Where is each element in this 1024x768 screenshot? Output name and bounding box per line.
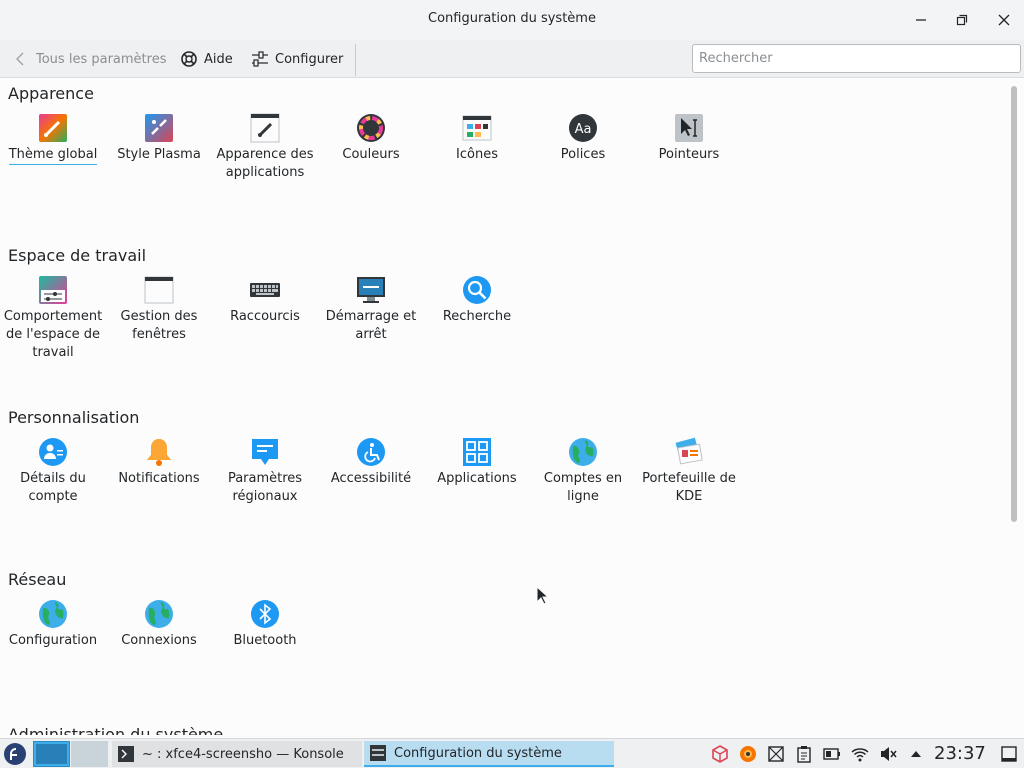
chevron-left-icon: [16, 52, 24, 66]
item-label: Apparence des applications: [216, 147, 314, 180]
clipboard-icon[interactable]: [795, 745, 813, 763]
taskbar-konsole-label: ~ : xfce4-screensho — Konsole: [142, 746, 344, 762]
item-label: Raccourcis: [230, 309, 300, 324]
taskbar-system-settings[interactable]: Configuration du système: [364, 741, 614, 767]
item-label: Portefeuille de KDE: [642, 471, 736, 504]
bluetooth-icon: [251, 600, 279, 628]
item-label: Recherche: [442, 309, 512, 324]
taskbar-konsole[interactable]: ~ : xfce4-screensho — Konsole: [112, 741, 362, 767]
clock[interactable]: 23:37: [934, 743, 986, 764]
colors-wheel-icon: [357, 114, 385, 142]
package-update-icon[interactable]: [711, 745, 729, 763]
help-label: Aide: [204, 51, 233, 67]
item-label: Connexions: [121, 633, 197, 648]
show-desktop-icon[interactable]: [1000, 745, 1018, 763]
icons-icon: [462, 115, 492, 141]
window-title: Configuration du système: [428, 11, 596, 26]
item-label: Comportement de l'espace de travail: [3, 309, 103, 360]
vertical-scrollbar[interactable]: [1003, 78, 1024, 735]
section-title-personnalisation: Personnalisation: [8, 408, 140, 427]
taskbar-settings-label: Configuration du système: [394, 745, 562, 761]
back-button[interactable]: Tous les paramètres: [14, 49, 166, 69]
item-label: Thème global: [0, 146, 106, 165]
wifi-icon[interactable]: [851, 745, 869, 763]
help-lifebuoy-icon: [181, 51, 197, 67]
search-icon: [463, 276, 491, 304]
system-settings-icon: [370, 745, 386, 761]
item-label: Bluetooth: [233, 633, 297, 648]
section-title-reseau: Réseau: [8, 570, 67, 589]
volume-muted-icon[interactable]: [879, 745, 897, 763]
fonts-icon: Aa: [569, 114, 597, 142]
item-label: Notifications: [118, 471, 200, 486]
item-label: Couleurs: [342, 147, 400, 162]
accessibility-icon: [357, 438, 385, 466]
user-account-icon: [39, 438, 67, 466]
close-button[interactable]: [994, 10, 1014, 30]
bell-icon: [147, 439, 171, 466]
application-style-icon: [250, 113, 280, 143]
item-label: Configuration: [8, 633, 98, 648]
item-label: Comptes en ligne: [543, 471, 623, 504]
virtual-desktop-1[interactable]: [33, 741, 70, 767]
wallet-icon: [675, 437, 703, 465]
title-bar: Configuration du système: [0, 0, 1024, 40]
maximize-button[interactable]: [952, 10, 972, 30]
workspace-behavior-icon: [39, 276, 67, 304]
global-theme-icon: [39, 114, 67, 142]
section-title-administration: Administration du système: [8, 725, 224, 735]
item-label: Détails du compte: [20, 471, 86, 504]
cursor-icon: [675, 114, 703, 142]
item-label: Démarrage et arrêt: [325, 309, 417, 342]
configure-sliders-icon: [252, 51, 268, 67]
search-input[interactable]: [692, 44, 1021, 73]
screenshot-app-icon[interactable]: [739, 745, 757, 763]
svg-text:Aa: Aa: [575, 122, 592, 137]
minimize-button[interactable]: [911, 10, 931, 30]
applications-grid-icon: [463, 438, 491, 466]
mouse-pointer-icon: [536, 586, 550, 605]
screenshot-tool-icon[interactable]: [767, 745, 785, 763]
item-label: Paramètres régionaux: [227, 471, 303, 504]
fedora-launcher-icon[interactable]: [4, 743, 26, 765]
item-label: Accessibilité: [330, 471, 412, 486]
minimize-icon: [916, 19, 926, 21]
konsole-icon: [118, 746, 134, 762]
startup-shutdown-icon: [357, 277, 385, 303]
network-globe-icon: [39, 600, 67, 628]
item-label: Style Plasma: [117, 147, 201, 162]
item-label: Icônes: [456, 147, 498, 162]
configure-button[interactable]: Configurer: [251, 49, 343, 69]
item-label: Polices: [560, 147, 606, 162]
virtual-desktop-2[interactable]: [71, 741, 108, 767]
scrollbar-thumb[interactable]: [1011, 86, 1017, 522]
battery-icon[interactable]: [823, 745, 841, 763]
connections-globe-icon: [145, 600, 173, 628]
item-label: Pointeurs: [658, 147, 720, 162]
settings-grid: Apparence Thème global Style Plasma Appa…: [0, 78, 1003, 735]
window-management-icon: [144, 276, 174, 304]
section-title-apparence: Apparence: [8, 84, 94, 103]
tray-expand-arrow-icon[interactable]: [907, 745, 925, 763]
back-label: Tous les paramètres: [36, 51, 167, 67]
restore-icon: [956, 14, 968, 26]
item-label: Applications: [437, 471, 517, 486]
item-label: Gestion des fenêtres: [120, 309, 198, 342]
section-title-espace-travail: Espace de travail: [8, 246, 147, 265]
taskbar: ~ : xfce4-screensho — Konsole Configurat…: [0, 738, 1024, 768]
help-button[interactable]: Aide: [180, 49, 233, 69]
globe-icon: [569, 438, 597, 466]
regional-settings-icon: [252, 439, 278, 465]
close-icon: [998, 14, 1010, 26]
configure-label: Configurer: [275, 51, 344, 67]
plasma-style-icon: [145, 114, 173, 142]
keyboard-shortcuts-icon: [250, 283, 280, 297]
toolbar-separator: [355, 44, 356, 76]
